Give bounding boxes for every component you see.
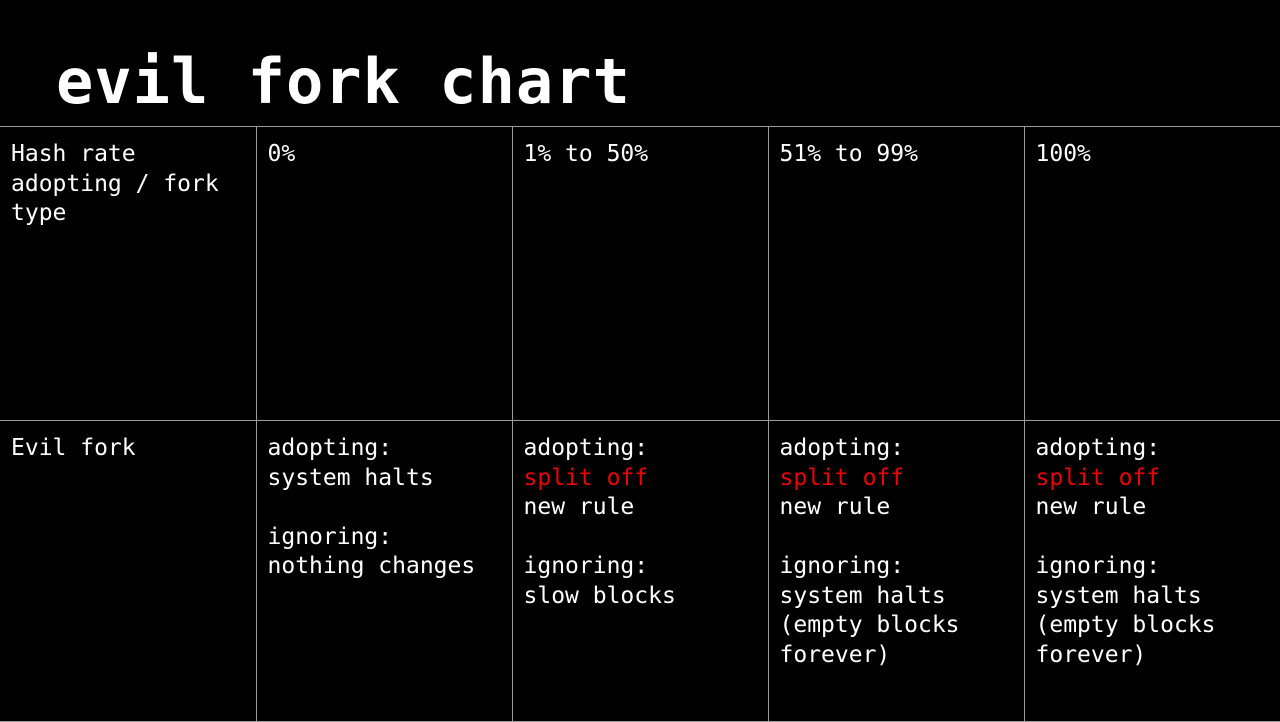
row-header-label-text: Hash rate adopting / fork type	[11, 141, 219, 226]
ignoring-note: forever)	[779, 641, 891, 668]
ignoring-result: slow blocks	[523, 582, 676, 609]
ignoring-result: system halts	[1035, 582, 1202, 609]
adopting-note: new rule	[779, 494, 891, 521]
ignoring-label: ignoring:	[267, 523, 393, 550]
column-header-text: 100%	[1035, 141, 1091, 167]
evil-fork-cell-51-to-99-percent: adopting: split off new rule ignoring: s…	[767, 420, 1025, 722]
evil-fork-row-label: Evil fork	[0, 420, 257, 722]
adopting-label: adopting:	[779, 435, 905, 462]
column-header-text: 1% to 50%	[523, 141, 649, 167]
column-header-1-to-50-percent: 1% to 50%	[511, 125, 769, 422]
evil-fork-cell-1-to-50-percent: adopting: split off new rule ignoring: s…	[511, 420, 769, 722]
adopting-note: new rule	[523, 494, 635, 521]
ignoring-label: ignoring:	[523, 553, 649, 580]
column-header-text: 0%	[267, 141, 296, 167]
column-header-text: 51% to 99%	[779, 141, 918, 167]
adopting-note: new rule	[1035, 494, 1147, 521]
ignoring-label: ignoring:	[1035, 553, 1161, 580]
adopting-label: adopting:	[1035, 435, 1161, 462]
slide-title: evil fork chart	[56, 45, 631, 118]
column-header-100-percent: 100%	[1023, 125, 1280, 422]
ignoring-result: system halts	[779, 582, 946, 609]
ignoring-label: ignoring:	[779, 553, 905, 580]
ignoring-result: nothing changes	[267, 553, 476, 580]
evil-fork-cell-0-percent: adopting: system halts ignoring: nothing…	[255, 420, 513, 722]
adopting-result-highlight: split off	[523, 464, 649, 491]
ignoring-note: (empty blocks	[1035, 612, 1216, 639]
adopting-result: system halts	[267, 464, 434, 491]
adopting-label: adopting:	[523, 435, 649, 462]
ignoring-note: (empty blocks	[779, 612, 960, 639]
adopting-result-highlight: split off	[1035, 464, 1161, 491]
adopting-result-highlight: split off	[779, 464, 905, 491]
column-header-0-percent: 0%	[255, 125, 513, 422]
evil-fork-table: Hash rate adopting / fork type 0% 1% to …	[0, 125, 1280, 722]
ignoring-note: forever)	[1035, 641, 1147, 668]
header-row: Hash rate adopting / fork type 0% 1% to …	[0, 125, 1280, 422]
evil-fork-label-text: Evil fork	[11, 435, 136, 462]
evil-fork-cell-100-percent: adopting: split off new rule ignoring: s…	[1023, 420, 1280, 722]
evil-fork-row: Evil fork adopting: system halts ignorin…	[0, 420, 1280, 722]
row-header-label: Hash rate adopting / fork type	[0, 125, 257, 422]
adopting-label: adopting:	[267, 435, 393, 462]
column-header-51-to-99-percent: 51% to 99%	[767, 125, 1025, 422]
